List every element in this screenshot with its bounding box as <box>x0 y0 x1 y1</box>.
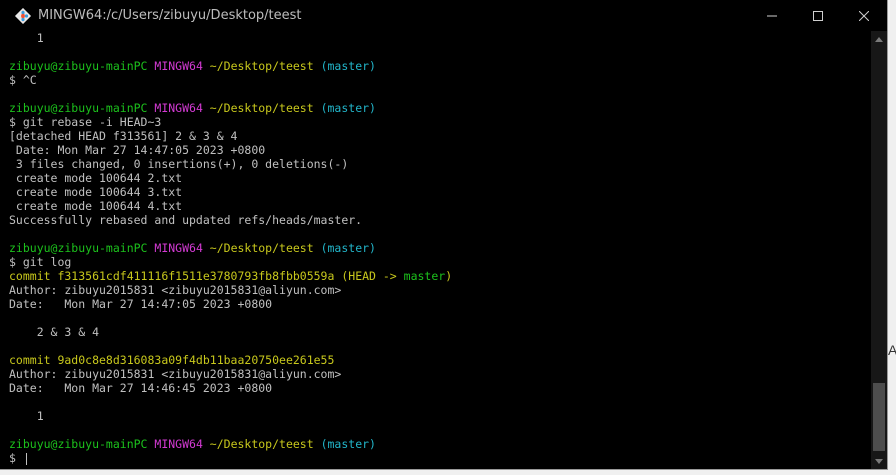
scroll-up-button[interactable] <box>871 31 887 47</box>
terminal-text: 2 & 3 & 4 <box>9 325 100 339</box>
terminal-text: [detached HEAD f313561] 2 & 3 & 4 <box>9 129 238 143</box>
terminal-text: 1 <box>9 31 44 45</box>
terminal-text: Date: Mon Mar 27 14:46:45 2023 +0800 <box>9 381 273 395</box>
terminal-line: ​ <box>9 45 871 59</box>
chevron-up-icon <box>875 36 883 42</box>
terminal-text: $ git log <box>9 255 72 269</box>
terminal-text: MINGW64 <box>154 101 210 115</box>
terminal-text: zibuyu@zibuyu-mainPC <box>9 241 155 255</box>
terminal-text: Date: Mon Mar 27 14:47:05 2023 +0800 <box>9 143 266 157</box>
terminal-line: [detached HEAD f313561] 2 & 3 & 4 <box>9 129 871 143</box>
terminal-line: Author: zibuyu2015831 <zibuyu2015831@ali… <box>9 283 871 297</box>
terminal-text: create mode 100644 3.txt <box>9 185 183 199</box>
terminal-line: Date: Mon Mar 27 14:46:45 2023 +0800 <box>9 381 871 395</box>
terminal-line: 1 <box>9 31 871 45</box>
terminal-text: zibuyu@zibuyu-mainPC <box>9 59 155 73</box>
terminal-text: Author: zibuyu2015831 <zibuyu2015831@ali… <box>9 283 342 297</box>
terminal-text: $ git rebase -i HEAD~3 <box>9 115 162 129</box>
terminal-line: zibuyu@zibuyu-mainPC MINGW64 ~/Desktop/t… <box>9 101 871 115</box>
terminal-text: ) <box>445 269 453 283</box>
terminal-text: create mode 100644 4.txt <box>9 199 183 213</box>
terminal-text: Date: Mon Mar 27 14:47:05 2023 +0800 <box>9 297 273 311</box>
terminal-text: ~/Desktop/teest <box>209 241 321 255</box>
terminal-line: ​ <box>9 87 871 101</box>
terminal-line: ​ <box>9 311 871 325</box>
terminal-text: zibuyu@zibuyu-mainPC <box>9 101 155 115</box>
terminal-line: create mode 100644 3.txt <box>9 185 871 199</box>
terminal-line: zibuyu@zibuyu-mainPC MINGW64 ~/Desktop/t… <box>9 241 871 255</box>
terminal-text: zibuyu@zibuyu-mainPC <box>9 437 155 451</box>
terminal-text: Successfully rebased and updated refs/he… <box>9 213 363 227</box>
terminal-line: Date: Mon Mar 27 14:47:05 2023 +0800 <box>9 143 871 157</box>
maximize-icon <box>813 10 823 21</box>
terminal-line: Date: Mon Mar 27 14:47:05 2023 +0800 <box>9 297 871 311</box>
terminal-line: create mode 100644 2.txt <box>9 171 871 185</box>
title-bar[interactable]: MINGW64:/c/Users/zibuyu/Desktop/teest <box>0 0 887 31</box>
scroll-down-button[interactable] <box>871 453 887 469</box>
chevron-down-icon <box>875 458 883 464</box>
terminal-text: ~/Desktop/teest <box>209 101 321 115</box>
terminal-text: $ ^C <box>9 73 37 87</box>
terminal-line: ​ <box>9 395 871 409</box>
terminal-text: (HEAD -> <box>341 269 404 283</box>
background-window-fragment: A <box>888 342 896 358</box>
text-cursor <box>25 452 27 465</box>
terminal-line: create mode 100644 4.txt <box>9 199 871 213</box>
terminal-text: ~/Desktop/teest <box>209 59 321 73</box>
terminal-line: ​ <box>9 227 871 241</box>
minimize-button[interactable] <box>749 0 795 31</box>
terminal-text: Author: zibuyu2015831 <zibuyu2015831@ali… <box>9 367 342 381</box>
close-button[interactable] <box>841 0 887 31</box>
terminal-window: MINGW64:/c/Users/zibuyu/Desktop/teest 1​ <box>0 0 888 470</box>
minimize-icon <box>767 15 777 16</box>
terminal-line: commit f313561cdf411116f1511e3780793fb8f… <box>9 269 871 283</box>
terminal-text: 1 <box>9 409 44 423</box>
terminal-line: 3 files changed, 0 insertions(+), 0 dele… <box>9 157 871 171</box>
git-bash-icon <box>14 7 32 24</box>
terminal-text: commit 9ad0c8e8d316083a09f4db11baa20750e… <box>9 353 335 367</box>
terminal-text: (master) <box>320 59 376 73</box>
terminal-text: MINGW64 <box>154 241 210 255</box>
maximize-button[interactable] <box>795 0 841 31</box>
terminal-text: (master) <box>320 437 376 451</box>
window-controls <box>749 0 887 31</box>
terminal-line: commit 9ad0c8e8d316083a09f4db11baa20750e… <box>9 353 871 367</box>
scroll-thumb[interactable] <box>873 383 885 451</box>
terminal-output[interactable]: 1​zibuyu@zibuyu-mainPC MINGW64 ~/Desktop… <box>0 31 871 469</box>
terminal-text: MINGW64 <box>154 437 210 451</box>
terminal-line: zibuyu@zibuyu-mainPC MINGW64 ~/Desktop/t… <box>9 437 871 451</box>
terminal-text: $ <box>9 451 23 465</box>
terminal-line: 1 <box>9 409 871 423</box>
terminal-line: $ <box>9 451 871 465</box>
terminal-text: 3 files changed, 0 insertions(+), 0 dele… <box>9 157 349 171</box>
terminal-line: Successfully rebased and updated refs/he… <box>9 213 871 227</box>
terminal-text: MINGW64 <box>154 59 210 73</box>
terminal-text: (master) <box>320 241 376 255</box>
terminal-text: master <box>403 269 446 283</box>
terminal-text: (master) <box>320 101 376 115</box>
vertical-scrollbar[interactable] <box>871 31 887 469</box>
terminal-text: commit f313561cdf411116f1511e3780793fb8f… <box>9 269 342 283</box>
terminal-line: ​ <box>9 423 871 437</box>
terminal-text: ~/Desktop/teest <box>209 437 321 451</box>
terminal-line: zibuyu@zibuyu-mainPC MINGW64 ~/Desktop/t… <box>9 59 871 73</box>
terminal-line: Author: zibuyu2015831 <zibuyu2015831@ali… <box>9 367 871 381</box>
terminal-line: 2 & 3 & 4 <box>9 325 871 339</box>
terminal-text: create mode 100644 2.txt <box>9 171 183 185</box>
terminal-line: $ ^C <box>9 73 871 87</box>
terminal-line: ​ <box>9 339 871 353</box>
close-icon <box>859 10 869 21</box>
terminal-line: $ git rebase -i HEAD~3 <box>9 115 871 129</box>
terminal-line: $ git log <box>9 255 871 269</box>
window-title: MINGW64:/c/Users/zibuyu/Desktop/teest <box>38 8 302 23</box>
